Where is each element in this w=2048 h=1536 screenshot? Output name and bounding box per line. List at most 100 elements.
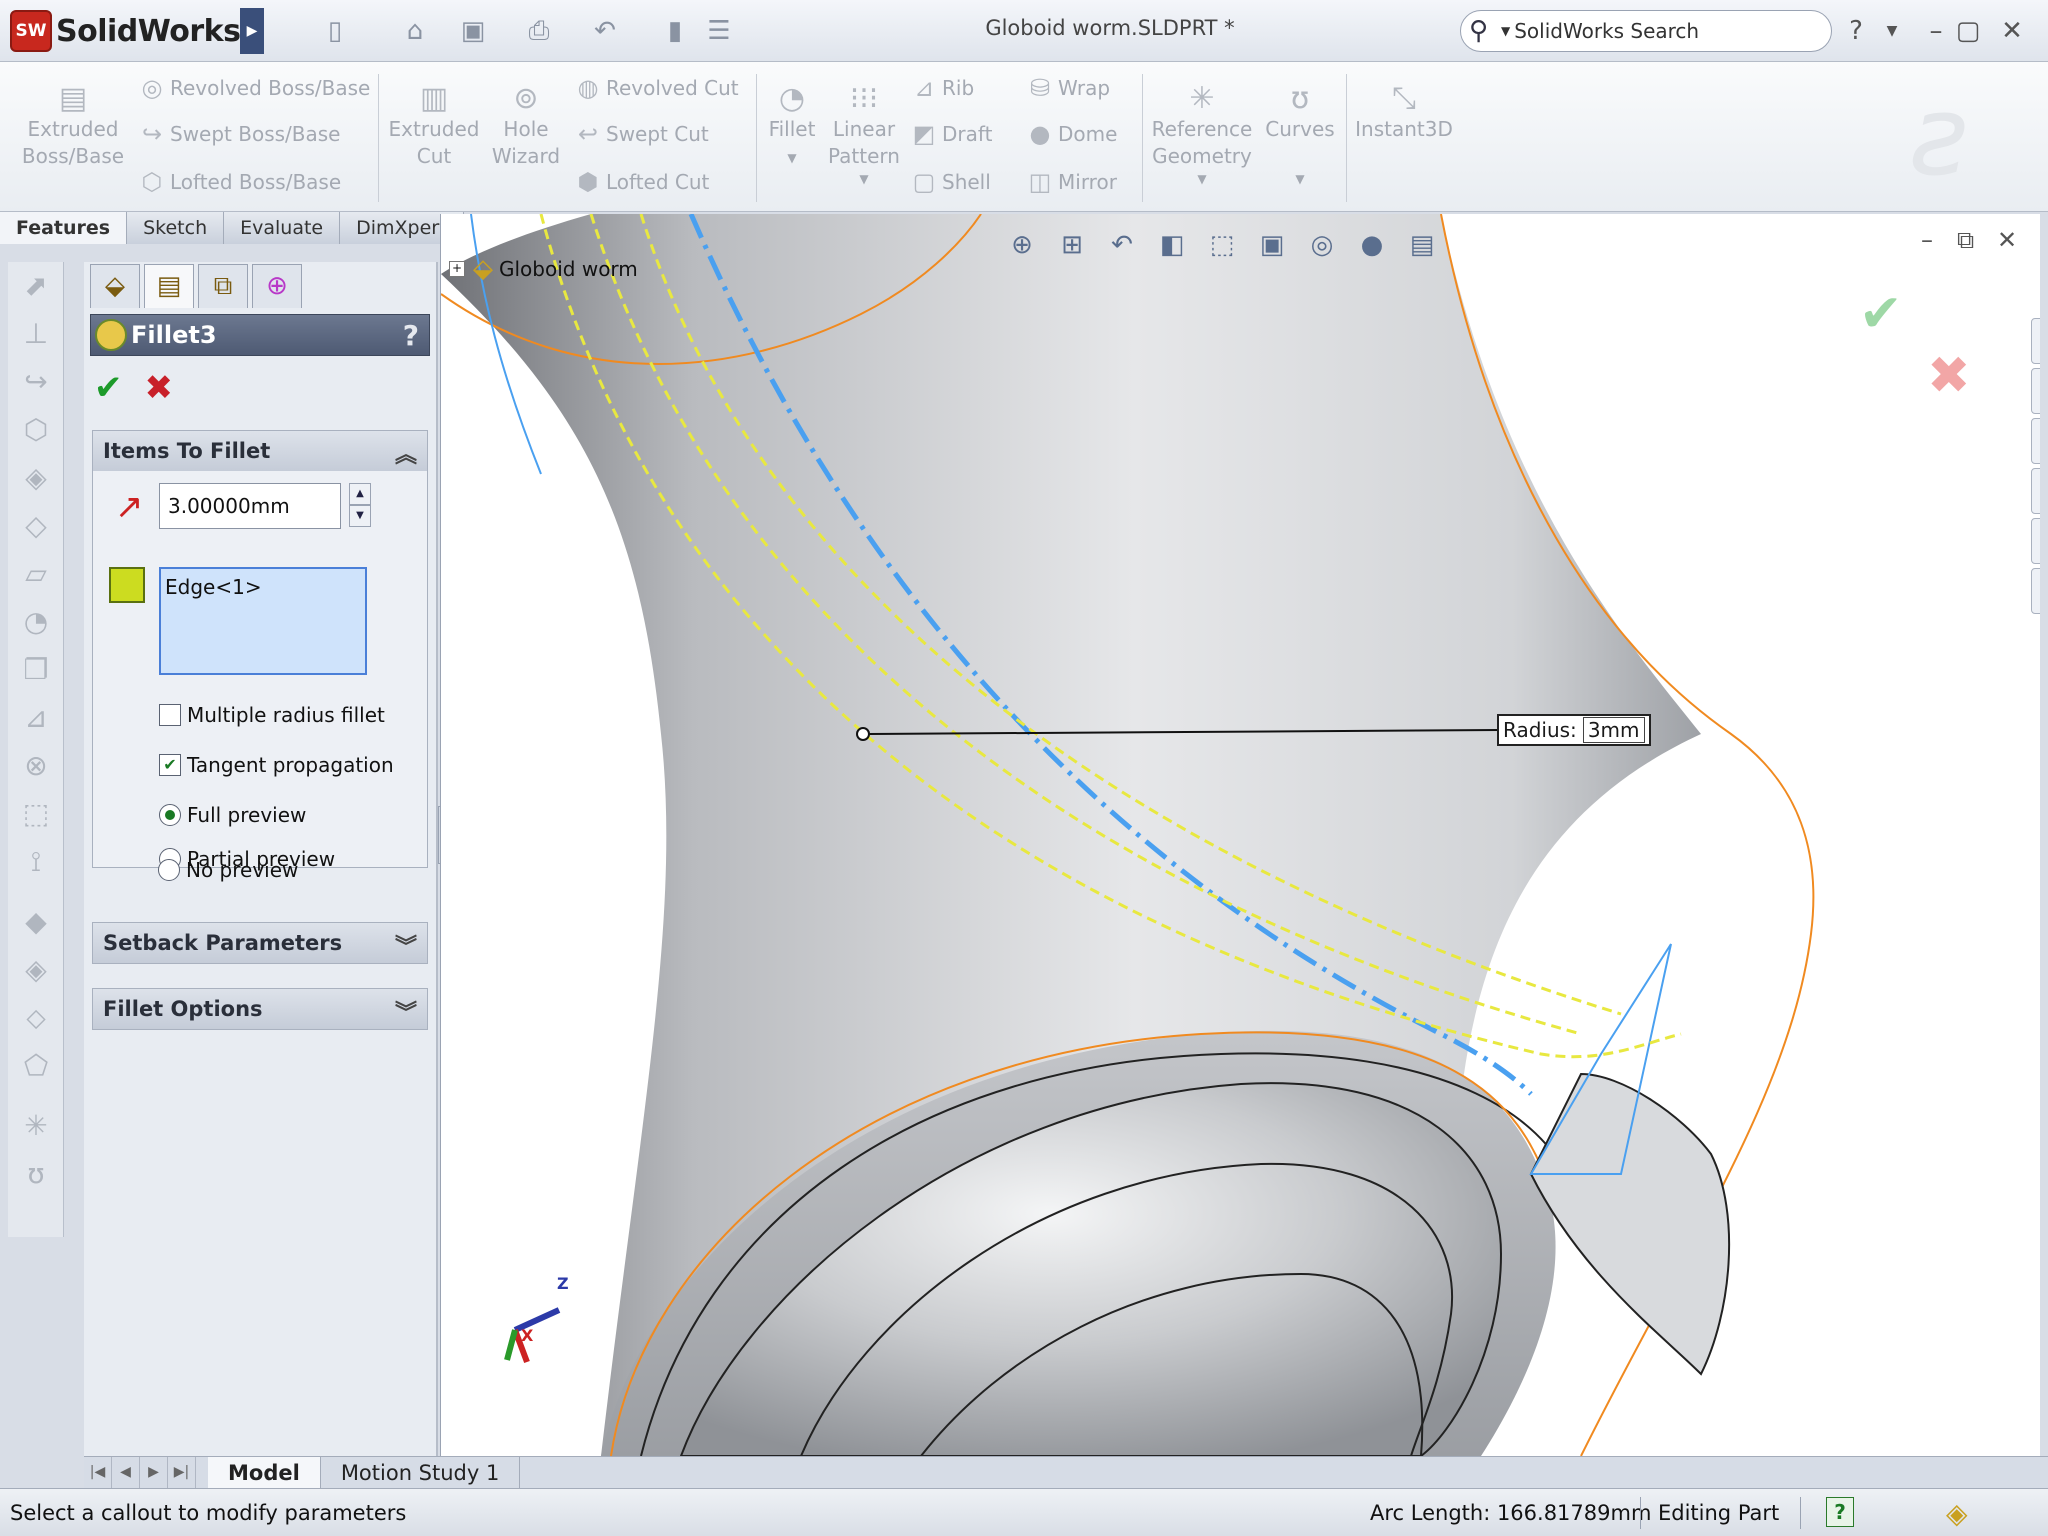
minimize-icon[interactable]: – [1918, 12, 1954, 50]
radius-input[interactable]: 3.00000mm [159, 483, 341, 529]
draft-button[interactable]: ◩ Draft [906, 120, 993, 148]
feature-tree-root[interactable]: + ⬙ Globoid worm [449, 254, 638, 284]
curves-button[interactable]: ʊ Curves ▼ [1262, 82, 1338, 215]
help-icon[interactable]: ? [403, 319, 419, 352]
instant3d-button[interactable]: ⤡ Instant3D [1352, 82, 1456, 143]
lofted-cut-button[interactable]: ⬢ Lofted Cut [570, 168, 710, 196]
confirm-ok-icon[interactable]: ✔ [1859, 284, 1903, 344]
property-manager-tab-icon[interactable]: ▤ [144, 264, 194, 308]
section-view-icon[interactable]: ◧ [1151, 226, 1193, 264]
fillet-button[interactable]: ◔ Fillet ▼ [764, 82, 820, 173]
swept-cut-button[interactable]: ↩ Swept Cut [570, 120, 709, 148]
plane-icon[interactable]: ▱ [8, 550, 64, 598]
radius-spinner[interactable]: ▲ ▼ [349, 483, 371, 529]
chevron-down-icon[interactable]: ▼ [1150, 170, 1254, 188]
rib-icon[interactable]: ⊿ [8, 694, 64, 742]
chevron-down-icon[interactable]: ︾ [395, 995, 417, 1027]
display-style-icon[interactable]: ▣ [1251, 226, 1293, 264]
thicken-icon[interactable]: ◈ [8, 946, 64, 994]
loft-icon[interactable]: ⬡ [8, 406, 64, 454]
lofted-boss-button[interactable]: ⬡ Lofted Boss/Base [134, 168, 342, 196]
view-settings-icon[interactable]: ▤ [1401, 226, 1443, 264]
rib-button[interactable]: ⊿ Rib [906, 74, 974, 102]
chevron-down-icon[interactable]: ▼ [1262, 143, 1338, 215]
dome-button[interactable]: ● Dome [1022, 120, 1118, 148]
search-input[interactable]: SolidWorks Search [1514, 19, 1699, 43]
search-box[interactable]: ⚲ ▼ SolidWorks Search [1460, 10, 1832, 52]
dimxpert-manager-tab-icon[interactable]: ⊕ [252, 264, 302, 308]
wrap-button[interactable]: ⛁ Wrap [1022, 74, 1110, 102]
previous-view-icon[interactable]: ↶ [1101, 226, 1143, 264]
print-icon[interactable]: ⎙ [522, 14, 556, 48]
hole-wizard-button[interactable]: ⊚ Hole Wizard [488, 82, 564, 170]
previous-tab-icon[interactable]: ◀ [112, 1457, 140, 1489]
app-logo[interactable]: SW SolidWorks [10, 10, 241, 52]
expand-icon[interactable]: + [449, 261, 465, 277]
restore-icon[interactable]: ▢ [1950, 12, 1986, 50]
sweep-icon[interactable]: ↪ [8, 358, 64, 406]
no-preview-radio[interactable] [158, 859, 180, 881]
new-document-icon[interactable]: ▯ [318, 14, 352, 48]
open-folder-icon[interactable]: ⌂ [398, 14, 432, 48]
tab-features[interactable]: Features [0, 212, 128, 244]
spin-up-icon[interactable]: ▲ [349, 483, 371, 505]
tangent-propagation-option[interactable]: ✔ Tangent propagation [159, 753, 394, 777]
zoom-to-fit-icon[interactable]: ⊕ [1001, 226, 1043, 264]
multiple-radius-checkbox[interactable] [159, 704, 181, 726]
select-icon[interactable]: ▮ [658, 14, 692, 48]
design-library-icon[interactable]: ▥ [2031, 368, 2040, 414]
next-tab-icon[interactable]: ▶ [140, 1457, 168, 1489]
tangent-propagation-checkbox[interactable]: ✔ [159, 754, 181, 776]
dome-icon[interactable]: ⬠ [8, 1042, 64, 1090]
extruded-boss-button[interactable]: ▤ Extruded Boss/Base [18, 82, 128, 170]
radius-callout[interactable]: Radius: 3mm [1497, 714, 1651, 746]
linear-pattern-button[interactable]: ⁝⁝⁝ Linear Pattern ▼ [826, 82, 902, 188]
shell-button[interactable]: ▢ Shell [906, 168, 991, 196]
mirror-button[interactable]: ◫ Mirror [1022, 168, 1117, 196]
no-preview-option[interactable]: No preview [158, 858, 298, 882]
file-explorer-icon[interactable]: 🗀 [2031, 418, 2040, 464]
solidworks-resources-icon[interactable]: ⌂ [2031, 318, 2040, 364]
tab-sketch[interactable]: Sketch [127, 212, 225, 244]
view-palette-icon[interactable]: ☷ [2031, 518, 2040, 564]
first-tab-icon[interactable]: |◀ [84, 1457, 112, 1489]
restore-icon[interactable]: ⧉ [1957, 226, 1974, 254]
quick-tips-help-icon[interactable]: ? [1826, 1497, 1854, 1527]
tab-model[interactable]: Model [208, 1457, 321, 1489]
extrude-icon[interactable]: ⬈ [8, 262, 64, 310]
tag-icon[interactable]: ◈ [1946, 1497, 1968, 1530]
items-to-fillet-header[interactable]: Items To Fillet ︽ [93, 431, 427, 471]
extruded-cut-button[interactable]: ▥ Extruded Cut [386, 82, 482, 170]
multiple-radius-option[interactable]: Multiple radius fillet [159, 703, 385, 727]
full-preview-radio[interactable] [159, 804, 181, 826]
revolved-boss-button[interactable]: ◎ Revolved Boss/Base [134, 74, 371, 102]
reference-geometry-icon[interactable]: ✳ [8, 1102, 64, 1150]
radius-anchor[interactable] [856, 727, 870, 741]
swept-boss-button[interactable]: ↪ Swept Boss/Base [134, 120, 341, 148]
shell-icon[interactable]: ❐ [8, 646, 64, 694]
configuration-manager-tab-icon[interactable]: ⧉ [198, 264, 248, 308]
spin-down-icon[interactable]: ▼ [349, 505, 371, 527]
confirm-cancel-icon[interactable]: ✖ [1927, 346, 1971, 406]
close-icon[interactable]: ✕ [1997, 226, 2017, 254]
setback-parameters-header[interactable]: Setback Parameters ︾ [93, 923, 427, 963]
revolve-icon[interactable]: ⊥ [8, 310, 64, 358]
hide-show-items-icon[interactable]: ◎ [1301, 226, 1343, 264]
fillet-options-header[interactable]: Fillet Options ︾ [93, 989, 427, 1029]
cancel-button[interactable]: ✖ [145, 370, 174, 406]
zoom-to-area-icon[interactable]: ⊞ [1051, 226, 1093, 264]
edge-selection-list[interactable]: Edge<1> [159, 567, 367, 675]
close-icon[interactable]: ✕ [1994, 12, 2030, 50]
surface-icon[interactable]: ◆ [8, 898, 64, 946]
revolved-cut-icon[interactable]: ◇ [8, 502, 64, 550]
reference-geometry-button[interactable]: ✳ Reference Geometry ▼ [1150, 82, 1254, 188]
help-icon[interactable]: ? [1838, 12, 1874, 50]
edit-appearance-icon[interactable]: ● [1351, 226, 1393, 264]
undo-icon[interactable]: ↶ [588, 14, 622, 48]
radius-callout-value[interactable]: 3mm [1582, 717, 1645, 743]
extruded-cut-icon[interactable]: ◈ [8, 454, 64, 502]
fillet-icon[interactable]: ◔ [8, 598, 64, 646]
mirror-icon[interactable]: ⟟ [8, 838, 64, 886]
help-dropdown-icon[interactable]: ▼ [1874, 12, 1910, 50]
menu-expand-icon[interactable]: ▶ [240, 8, 264, 54]
